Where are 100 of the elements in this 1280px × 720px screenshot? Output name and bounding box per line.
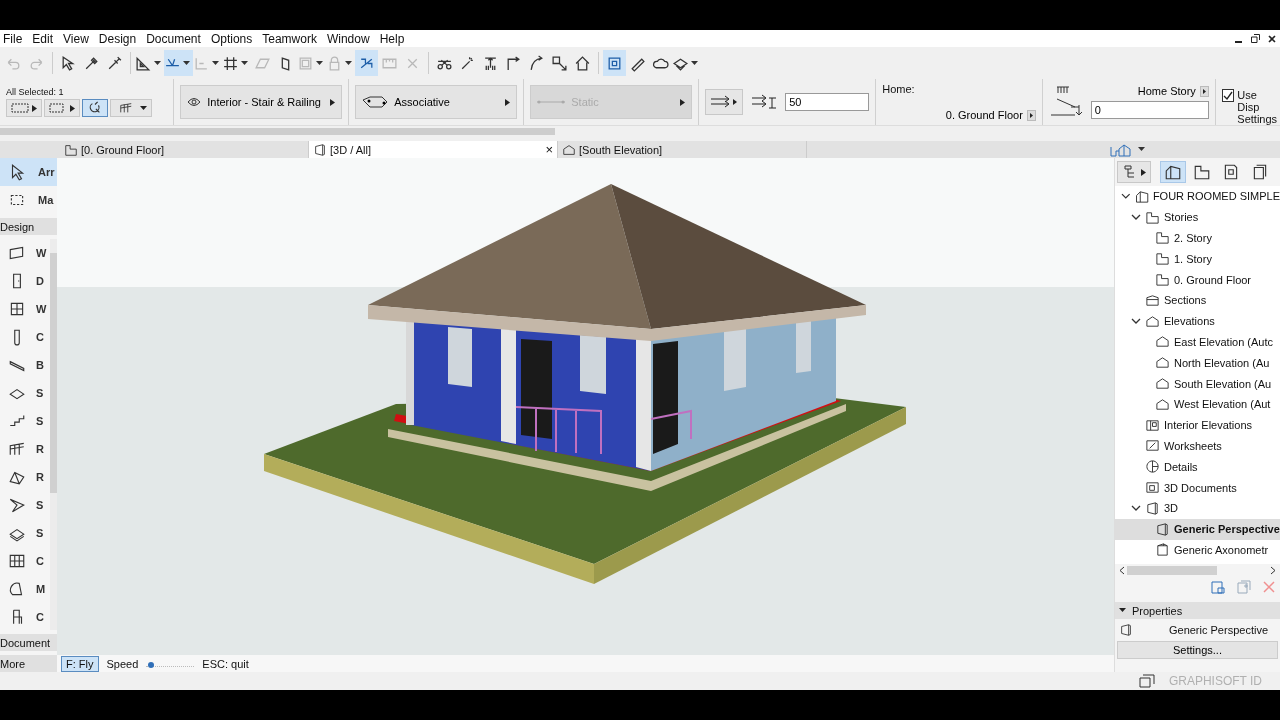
scroll-right-icon[interactable] (1270, 565, 1276, 575)
menu-item[interactable]: Options (207, 31, 257, 46)
height-field[interactable]: 50 (785, 93, 870, 111)
tree-item[interactable]: Worksheets (1115, 435, 1280, 457)
tool-item[interactable]: S (0, 379, 50, 407)
railing-tool-button[interactable] (110, 99, 152, 117)
scrollbar[interactable] (50, 253, 57, 493)
tree-item[interactable]: FOUR ROOMED SIMPLE (1115, 186, 1280, 207)
tool-item[interactable]: C (0, 323, 50, 351)
tree-item[interactable]: West Elevation (Aut (1115, 393, 1280, 415)
caret-icon (1026, 109, 1036, 121)
menu-item[interactable]: Document (143, 31, 205, 46)
magnet-toggle-button[interactable] (82, 99, 108, 117)
tree-item[interactable]: Details (1115, 456, 1280, 478)
tree-item[interactable]: 3D Documents (1115, 477, 1280, 498)
tool-item[interactable]: W (0, 295, 50, 323)
wall-icon (8, 244, 26, 262)
windows-icon[interactable] (1138, 674, 1155, 688)
shell-icon (8, 496, 26, 514)
checkbox-label: Settings (1237, 113, 1278, 125)
navigator-menu-button[interactable] (1117, 161, 1151, 183)
fly-mode-button[interactable]: F: Fly (61, 655, 99, 672)
scroll-left-icon[interactable] (1119, 565, 1125, 575)
tool-item[interactable]: S (0, 491, 50, 519)
offset-field[interactable]: 0 (1090, 101, 1209, 119)
dimension-icon (362, 96, 389, 108)
tab-label: [0. Ground Floor] (81, 143, 165, 156)
home-story-option[interactable]: Home Story (1137, 85, 1209, 97)
tool-item[interactable]: Arr (0, 158, 57, 186)
tree-item[interactable]: 2. Story (1115, 227, 1280, 249)
tool-item[interactable]: M (0, 575, 50, 603)
palette-header[interactable]: Document (0, 634, 57, 651)
tool-item[interactable]: W (0, 239, 50, 267)
speed-slider[interactable] (146, 660, 195, 667)
tree-item[interactable]: 3D (1115, 497, 1280, 519)
tool-item[interactable]: R (0, 463, 50, 491)
view3d-icon (313, 142, 327, 157)
tree-item[interactable]: Generic Axonometr (1115, 539, 1280, 561)
curve-icon (528, 54, 545, 72)
tree-item[interactable]: Stories (1115, 206, 1280, 228)
menu-item[interactable]: Help (376, 31, 409, 46)
tool-item[interactable]: C (0, 603, 50, 630)
palette-header[interactable]: More (0, 655, 57, 672)
guide-line-tool-button[interactable] (164, 50, 193, 76)
slider-thumb[interactable] (147, 661, 154, 668)
layout-icon (1222, 163, 1240, 181)
layer-dropdown[interactable]: Interior - Stair & Railing (180, 85, 343, 119)
selection-method-button[interactable] (6, 99, 42, 117)
tool-item[interactable]: Ma (0, 186, 57, 214)
tool-item[interactable]: D (0, 267, 50, 295)
view-tab[interactable]: [3D / All] × (309, 141, 558, 158)
eye-icon (187, 97, 202, 107)
tree-item[interactable]: Elevations (1115, 310, 1280, 332)
chevron-icon[interactable] (1121, 191, 1131, 202)
tree-item[interactable]: Interior Elevations (1115, 414, 1280, 436)
tree-item[interactable]: Generic Perspective (1115, 518, 1280, 540)
close-tab-button[interactable]: × (545, 142, 553, 157)
menu-item[interactable]: Design (95, 31, 141, 46)
direction-button[interactable] (705, 89, 744, 115)
3d-viewport[interactable] (57, 158, 1114, 655)
publisher-icon (1251, 163, 1269, 181)
caret-icon (241, 60, 248, 66)
tree-item[interactable]: 0. Ground Floor (1115, 269, 1280, 290)
caret-icon (212, 60, 219, 66)
tool-item[interactable]: S (0, 519, 50, 547)
view3d-icon (1144, 500, 1161, 516)
menu-item[interactable]: View (60, 31, 93, 46)
display-settings-checkbox[interactable] (1221, 89, 1235, 102)
settings-button[interactable]: Settings... (1117, 641, 1278, 659)
menu-item[interactable]: Window (323, 31, 374, 46)
marquee-method-button[interactable] (44, 99, 80, 117)
menu-item[interactable]: File (0, 31, 27, 46)
story-icon (1193, 163, 1211, 181)
tool-item[interactable]: C (0, 547, 50, 575)
caret-icon[interactable] (1138, 147, 1145, 152)
elevation-icon (1154, 355, 1171, 371)
associativity-dropdown[interactable]: Associative (355, 85, 518, 119)
tree-item[interactable]: 1. Story (1115, 248, 1280, 270)
home-story-dropdown[interactable]: 0. Ground Floor (882, 109, 1036, 121)
project-map-button[interactable] (1160, 161, 1186, 183)
snap-nodes-tool-button[interactable] (355, 50, 378, 76)
marquee-3d-tool-button[interactable] (603, 50, 626, 76)
magic-wand-icon (459, 54, 476, 72)
restore-icon[interactable] (1251, 34, 1260, 43)
tool-item[interactable]: B (0, 351, 50, 379)
caret-icon (1119, 608, 1126, 613)
tool-item[interactable]: S (0, 407, 50, 435)
tree-item[interactable]: East Elevation (Autc (1115, 331, 1280, 353)
menu-item[interactable]: Edit (29, 31, 58, 46)
palette-header[interactable]: Design (0, 218, 57, 235)
scrollbar[interactable] (1127, 565, 1217, 575)
new-window-icon[interactable] (1210, 579, 1226, 595)
properties-header[interactable]: Properties (1115, 602, 1280, 619)
close-icon[interactable] (1268, 34, 1276, 43)
scrollbar[interactable] (0, 128, 555, 135)
tree-item[interactable]: South Elevation (Au (1115, 373, 1280, 394)
tree-item[interactable]: North Elevation (Au (1115, 352, 1280, 374)
menu-item[interactable]: Teamwork (259, 31, 321, 46)
tool-item[interactable]: R (0, 435, 50, 463)
tree-item[interactable]: Sections (1115, 290, 1280, 311)
